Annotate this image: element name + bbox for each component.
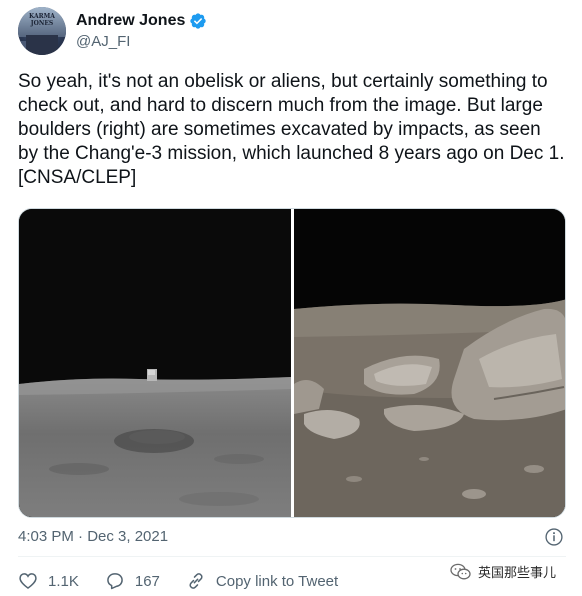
tweet-text: So yeah, it's not an obelisk or aliens, … <box>18 71 565 188</box>
like-button[interactable]: 1.1K <box>18 571 79 591</box>
copy-link-button[interactable]: Copy link to Tweet <box>186 571 338 591</box>
watermark-text: 英国那些事儿 <box>478 566 557 581</box>
moon-surface-image-right[interactable] <box>294 209 566 518</box>
author-names: Andrew Jones @AJ_FI <box>76 12 207 50</box>
like-count: 1.1K <box>48 572 79 590</box>
reply-icon <box>107 573 123 590</box>
moon-surface-image-left[interactable] <box>19 209 291 518</box>
copy-link-label: Copy link to Tweet <box>215 572 339 590</box>
reply-count: 167 <box>134 572 160 590</box>
heart-icon <box>19 573 37 590</box>
avatar[interactable]: KARMA JONES <box>18 7 66 55</box>
link-icon <box>189 573 203 589</box>
avatar-text: KARMA JONES <box>29 13 55 27</box>
tweet-media[interactable] <box>18 208 566 518</box>
tweet-timestamp[interactable]: 4:03 PM · Dec 3, 2021 <box>18 528 168 545</box>
info-icon[interactable] <box>544 527 564 547</box>
handle[interactable]: @AJ_FI <box>76 33 207 50</box>
tweet-header: KARMA JONES Andrew Jones @AJ_FI <box>18 6 207 56</box>
action-bar: 1.1K 167 Copy link to Tweet <box>18 570 364 592</box>
display-name[interactable]: Andrew Jones <box>76 12 185 30</box>
reply-button[interactable]: 167 <box>105 571 160 591</box>
watermark: 英国那些事儿 <box>450 562 556 581</box>
divider <box>18 556 566 557</box>
tweet-card: KARMA JONES Andrew Jones @AJ_FI So yeah,… <box>0 0 582 596</box>
wechat-icon <box>450 563 471 579</box>
verified-icon <box>190 13 207 29</box>
